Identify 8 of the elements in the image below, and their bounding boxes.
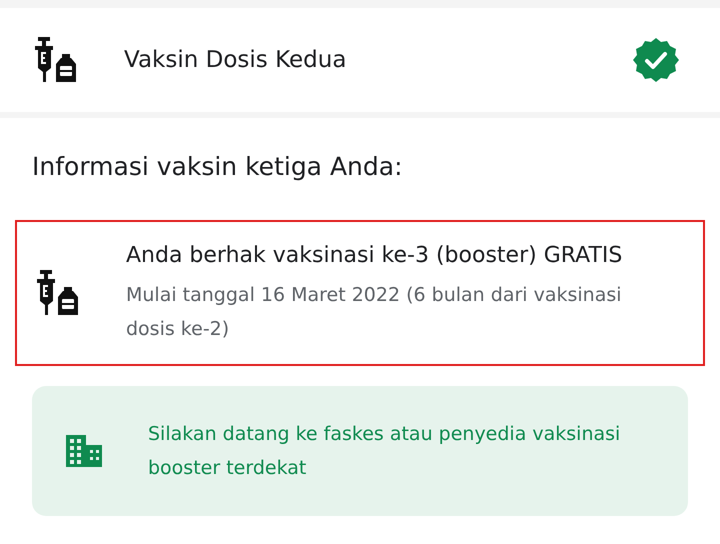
info-text: Silakan datang ke faskes atau penyedia vaksinasi booster terdekat [148, 422, 622, 480]
syringe-vial-icon [34, 36, 78, 84]
dose-title: Vaksin Dosis Kedua [124, 46, 348, 75]
eligibility-title: Anda berhak vaksinasi ke-3 (booster) GRATIS [126, 242, 624, 270]
syringe-vial-icon [36, 268, 80, 316]
eligibility-subtitle: Mulai tanggal 16 Maret 2022 (6 bulan dari vaksinasi dosis ke-2) [126, 283, 623, 342]
building-icon [64, 432, 104, 468]
section-heading: Informasi vaksin ketiga Anda: [31, 151, 404, 183]
